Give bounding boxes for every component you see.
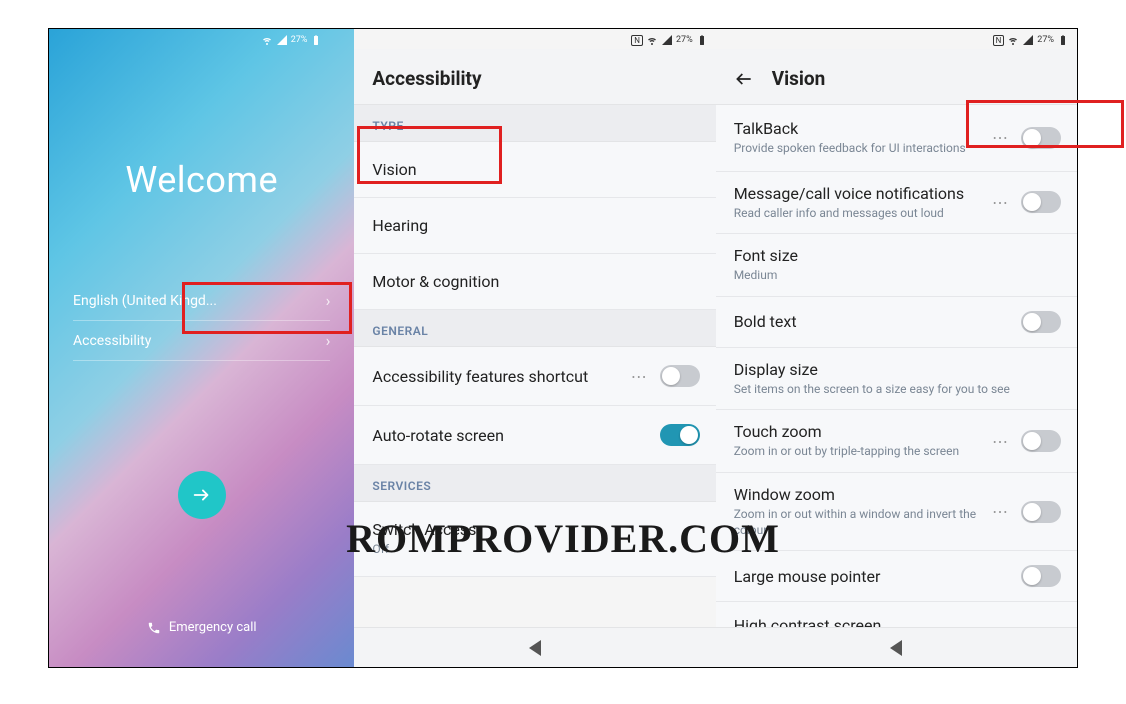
row-label: Motor & cognition <box>372 272 699 291</box>
row-label: Vision <box>372 160 699 179</box>
nav-bar <box>354 627 715 667</box>
nav-back-button[interactable] <box>529 640 541 656</box>
more-icon: ⋯ <box>992 502 1009 521</box>
toggle-talkback[interactable] <box>1021 127 1061 149</box>
tutorial-collage: 27% Welcome English (United Kingd... › A… <box>48 28 1078 668</box>
battery-icon <box>310 34 322 46</box>
row-switch-access[interactable]: Switch Access Off <box>354 502 715 577</box>
row-label: Window zoom <box>734 485 980 504</box>
row-features-shortcut[interactable]: Accessibility features shortcut ⋯ <box>354 347 715 406</box>
row-font-size[interactable]: Font size Medium <box>716 234 1077 297</box>
toggle-window-zoom[interactable] <box>1021 501 1061 523</box>
vision-header: Vision <box>716 49 1077 105</box>
row-label: High contrast screen <box>734 616 1061 627</box>
more-icon: ⋯ <box>992 193 1009 212</box>
row-label: Bold text <box>734 312 1009 331</box>
toggle-features-shortcut[interactable] <box>660 365 700 387</box>
row-msg-voice[interactable]: Message/call voice notifications Read ca… <box>716 172 1077 235</box>
row-hearing[interactable]: Hearing <box>354 198 715 254</box>
wifi-icon <box>1007 34 1019 46</box>
battery-icon <box>1057 34 1069 46</box>
row-sub: Zoom in or out within a window and inver… <box>734 507 980 538</box>
phone-vision: N 27% Vision TalkBack Provide spoken fee… <box>716 29 1077 667</box>
toggle-autorotate[interactable] <box>660 424 700 446</box>
chevron-right-icon: › <box>326 331 331 350</box>
row-label: Accessibility features shortcut <box>372 367 618 386</box>
phone-icon <box>147 621 161 635</box>
phone-welcome: 27% Welcome English (United Kingd... › A… <box>49 29 354 667</box>
status-bar: 27% <box>73 29 330 49</box>
row-label: Font size <box>734 246 1061 265</box>
row-label: Switch Access <box>372 520 699 539</box>
row-motor[interactable]: Motor & cognition <box>354 254 715 310</box>
wifi-icon <box>646 34 658 46</box>
accessibility-row[interactable]: Accessibility › <box>73 321 330 361</box>
status-bar: N 27% <box>716 29 1077 49</box>
nfc-icon: N <box>631 35 643 46</box>
row-talkback[interactable]: TalkBack Provide spoken feedback for UI … <box>716 105 1077 172</box>
toggle-large-mouse[interactable] <box>1021 565 1061 587</box>
battery-icon <box>696 34 708 46</box>
row-window-zoom[interactable]: Window zoom Zoom in or out within a wind… <box>716 473 1077 551</box>
accessibility-header: Accessibility <box>354 49 715 105</box>
row-high-contrast[interactable]: High contrast screen <box>716 602 1077 627</box>
battery-text: 27% <box>1037 35 1054 45</box>
more-icon: ⋯ <box>992 128 1009 147</box>
battery-text: 27% <box>676 35 693 45</box>
row-label: Hearing <box>372 216 699 235</box>
row-autorotate[interactable]: Auto-rotate screen <box>354 406 715 465</box>
row-label: Large mouse pointer <box>734 567 1009 586</box>
row-large-mouse[interactable]: Large mouse pointer <box>716 551 1077 602</box>
language-label: English (United Kingd... <box>73 293 217 309</box>
phone-accessibility: N 27% Accessibility TYPE Vision Hearing … <box>354 29 715 667</box>
nav-back-button[interactable] <box>890 640 902 656</box>
more-icon: ⋯ <box>631 367 648 386</box>
nav-bar <box>716 627 1077 667</box>
section-label-type: TYPE <box>354 105 715 142</box>
more-icon: ⋯ <box>992 432 1009 451</box>
row-sub: Read caller info and messages out loud <box>734 206 980 222</box>
row-touch-zoom[interactable]: Touch zoom Zoom in or out by triple-tapp… <box>716 410 1077 473</box>
toggle-touch-zoom[interactable] <box>1021 430 1061 452</box>
row-sub: Medium <box>734 268 1061 284</box>
row-sub: Set items on the screen to a size easy f… <box>734 382 1061 398</box>
signal-icon <box>661 34 673 46</box>
section-label-services: SERVICES <box>354 465 715 502</box>
row-bold-text[interactable]: Bold text <box>716 297 1077 348</box>
nfc-icon: N <box>993 35 1005 46</box>
welcome-title: Welcome <box>73 159 330 201</box>
emergency-label: Emergency call <box>169 620 257 635</box>
chevron-right-icon: › <box>326 291 331 310</box>
row-vision[interactable]: Vision <box>354 142 715 198</box>
signal-icon <box>1022 34 1034 46</box>
row-sub: Off <box>372 542 699 558</box>
row-sub: Zoom in or out by triple-tapping the scr… <box>734 444 980 460</box>
page-title: Vision <box>772 67 826 90</box>
row-sub: Provide spoken feedback for UI interacti… <box>734 141 980 157</box>
row-label: Display size <box>734 360 1061 379</box>
accessibility-label: Accessibility <box>73 333 151 349</box>
battery-text: 27% <box>291 35 308 45</box>
row-label: Message/call voice notifications <box>734 184 980 203</box>
page-title: Accessibility <box>372 67 481 90</box>
row-label: Touch zoom <box>734 422 980 441</box>
row-label: Auto-rotate screen <box>372 426 647 445</box>
emergency-call[interactable]: Emergency call <box>49 620 354 635</box>
language-row[interactable]: English (United Kingd... › <box>73 281 330 321</box>
row-display-size[interactable]: Display size Set items on the screen to … <box>716 348 1077 411</box>
back-icon[interactable] <box>734 69 754 89</box>
next-button[interactable] <box>178 471 226 519</box>
toggle-msg-voice[interactable] <box>1021 191 1061 213</box>
row-label: TalkBack <box>734 119 980 138</box>
arrow-right-icon <box>191 484 213 506</box>
status-bar: N 27% <box>354 29 715 49</box>
toggle-bold-text[interactable] <box>1021 311 1061 333</box>
signal-icon <box>276 34 288 46</box>
section-label-general: GENERAL <box>354 310 715 347</box>
wifi-icon <box>261 34 273 46</box>
